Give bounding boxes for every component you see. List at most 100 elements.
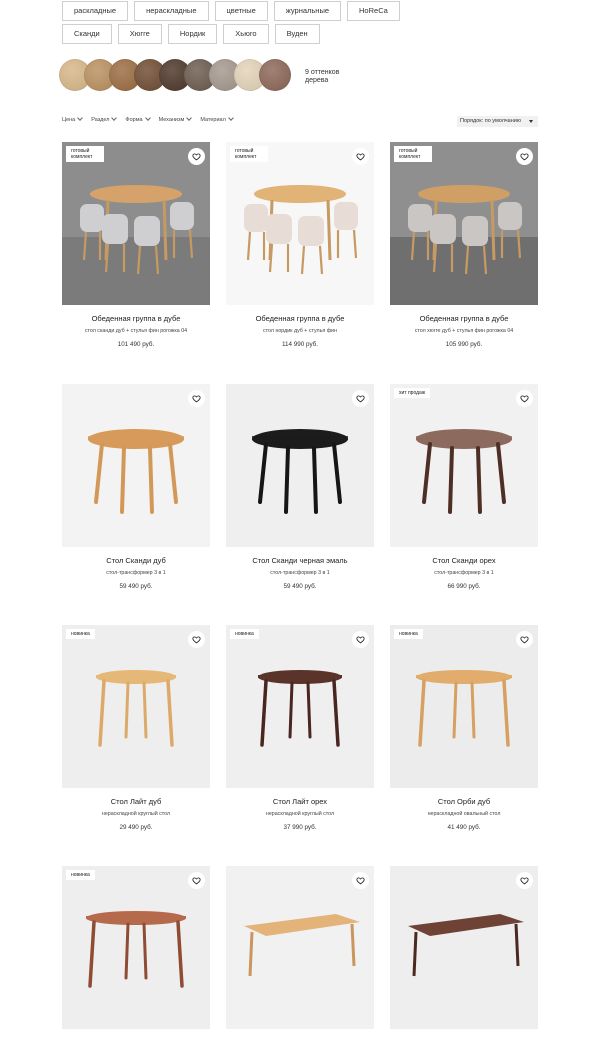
heart-icon: [356, 152, 365, 161]
swatches-label: 9 оттенков дерева: [305, 69, 340, 84]
product-card[interactable]: новинка Стол Лайт орех нераскладной круг…: [226, 625, 374, 831]
product-image[interactable]: новинка: [226, 625, 374, 788]
product-description: нераскладной овальный стол: [427, 811, 501, 817]
heart-icon: [356, 876, 365, 885]
product-price: 41 490 руб.: [447, 824, 481, 831]
heart-icon: [192, 152, 201, 161]
filter-section[interactable]: Раздел: [91, 115, 118, 123]
product-price: 29 490 руб.: [119, 824, 153, 831]
product-name[interactable]: Стол Сканди черная эмаль: [226, 556, 374, 565]
product-card[interactable]: [226, 866, 374, 1038]
favorite-button[interactable]: [352, 872, 369, 889]
favorite-button[interactable]: [516, 631, 533, 648]
wood-swatch[interactable]: [259, 59, 291, 91]
product-card[interactable]: готовый комплект Обеденная группа в дубе…: [226, 142, 374, 348]
favorite-button[interactable]: [516, 148, 533, 165]
filter-section-label: Раздел: [91, 117, 110, 123]
dropdown-arrow-icon: [529, 120, 533, 123]
product-card[interactable]: Стол Сканди дуб стол-трансформер 3 в 1 5…: [62, 384, 210, 590]
tag-tsvetnye[interactable]: цветные: [214, 1, 268, 21]
favorite-button[interactable]: [352, 390, 369, 407]
product-image[interactable]: [62, 384, 210, 547]
tag-neraskladnye[interactable]: нераскладные: [134, 1, 209, 21]
heart-icon: [520, 394, 529, 403]
sort-select[interactable]: Порядок: по умолчанию: [457, 116, 538, 127]
product-price: 105 990 руб.: [445, 341, 483, 348]
filter-mechanism[interactable]: Механизм: [158, 115, 193, 123]
favorite-button[interactable]: [516, 872, 533, 889]
product-image[interactable]: готовый комплект: [62, 142, 210, 305]
favorite-button[interactable]: [352, 631, 369, 648]
sort-label: Порядок: по умолчанию: [460, 118, 521, 124]
filter-mechanism-label: Механизм: [158, 117, 185, 123]
favorite-button[interactable]: [516, 390, 533, 407]
tag-zhurnalnye[interactable]: журнальные: [273, 1, 342, 21]
product-badge: новинка: [230, 629, 259, 639]
heart-icon: [192, 876, 201, 885]
product-image[interactable]: готовый комплект: [226, 142, 374, 305]
favorite-button[interactable]: [352, 148, 369, 165]
product-card[interactable]: новинка Стол Орби дуб нераскладной оваль…: [390, 625, 538, 831]
product-card[interactable]: новинка: [62, 866, 210, 1038]
favorite-button[interactable]: [188, 390, 205, 407]
product-badge: новинка: [66, 629, 95, 639]
product-image[interactable]: [226, 384, 374, 547]
product-image[interactable]: готовый комплект: [390, 142, 538, 305]
product-badge: готовый комплект: [66, 146, 104, 162]
product-price: 59 490 руб.: [283, 583, 317, 590]
product-badge: новинка: [66, 870, 95, 880]
favorite-button[interactable]: [188, 872, 205, 889]
product-image[interactable]: хит продаж: [390, 384, 538, 547]
heart-icon: [356, 394, 365, 403]
tag-horeca[interactable]: HoReCa: [347, 1, 400, 21]
product-card[interactable]: Стол Сканди черная эмаль стол-трансформе…: [226, 384, 374, 590]
product-description: нераскладной круглый стол: [265, 811, 335, 817]
product-name[interactable]: Стол Орби дуб: [390, 797, 538, 806]
product-name[interactable]: Стол Лайт орех: [226, 797, 374, 806]
product-card[interactable]: новинка Стол Лайт дуб нераскладной кругл…: [62, 625, 210, 831]
product-image[interactable]: [390, 866, 538, 1029]
product-description: стол-трансформер 3 в 1: [106, 570, 166, 576]
tag-vuden[interactable]: Вуден: [274, 24, 320, 44]
tag-nordik[interactable]: Нордик: [167, 24, 218, 44]
product-name[interactable]: Обеденная группа в дубе: [62, 314, 210, 323]
product-image[interactable]: новинка: [62, 625, 210, 788]
product-description: стол нордик дуб + стулья фин: [263, 328, 337, 334]
favorite-button[interactable]: [188, 148, 205, 165]
tag-raskladnye[interactable]: раскладные: [62, 1, 129, 21]
filter-price[interactable]: Цена: [62, 115, 84, 123]
filter-shape[interactable]: Форма: [125, 115, 151, 123]
heart-icon: [356, 635, 365, 644]
product-card[interactable]: хит продаж Стол Сканди орех стол-трансфо…: [390, 384, 538, 590]
product-card[interactable]: [390, 866, 538, 1038]
chevron-down-icon: [77, 115, 84, 121]
product-image[interactable]: новинка: [62, 866, 210, 1029]
tag-hyugge[interactable]: Хюгге: [117, 24, 162, 44]
product-card[interactable]: готовый комплект Обеденная группа в дубе…: [390, 142, 538, 348]
tag-hyugo[interactable]: Хьюго: [223, 24, 269, 44]
product-card[interactable]: готовый комплект Обеденная группа в дубе…: [62, 142, 210, 348]
product-description: стол хюгге дуб + стулья фин рогожка 04: [414, 328, 514, 334]
chevron-down-icon: [144, 115, 151, 121]
filter-material[interactable]: Материал: [200, 115, 234, 123]
filter-material-label: Материал: [200, 117, 226, 123]
product-badge: готовый комплект: [230, 146, 268, 162]
filter-price-label: Цена: [62, 117, 76, 123]
favorite-button[interactable]: [188, 631, 205, 648]
product-name[interactable]: Стол Сканди орех: [390, 556, 538, 565]
product-badge: хит продаж: [394, 388, 431, 398]
heart-icon: [520, 152, 529, 161]
product-name[interactable]: Обеденная группа в дубе: [390, 314, 538, 323]
product-name[interactable]: Стол Сканди дуб: [62, 556, 210, 565]
product-price: 66 990 руб.: [447, 583, 481, 590]
tag-skandi[interactable]: Сканди: [62, 24, 112, 44]
product-image[interactable]: [226, 866, 374, 1029]
product-name[interactable]: Стол Лайт дуб: [62, 797, 210, 806]
category-tags-row-1: раскладные нераскладные цветные журнальн…: [62, 1, 400, 21]
product-name[interactable]: Обеденная группа в дубе: [226, 314, 374, 323]
product-price: 37 990 руб.: [283, 824, 317, 831]
product-description: стол сканди дуб + стулья фин рогожка 04: [84, 328, 188, 334]
product-image[interactable]: новинка: [390, 625, 538, 788]
wood-swatches: [59, 59, 291, 91]
product-badge: готовый комплект: [394, 146, 432, 162]
